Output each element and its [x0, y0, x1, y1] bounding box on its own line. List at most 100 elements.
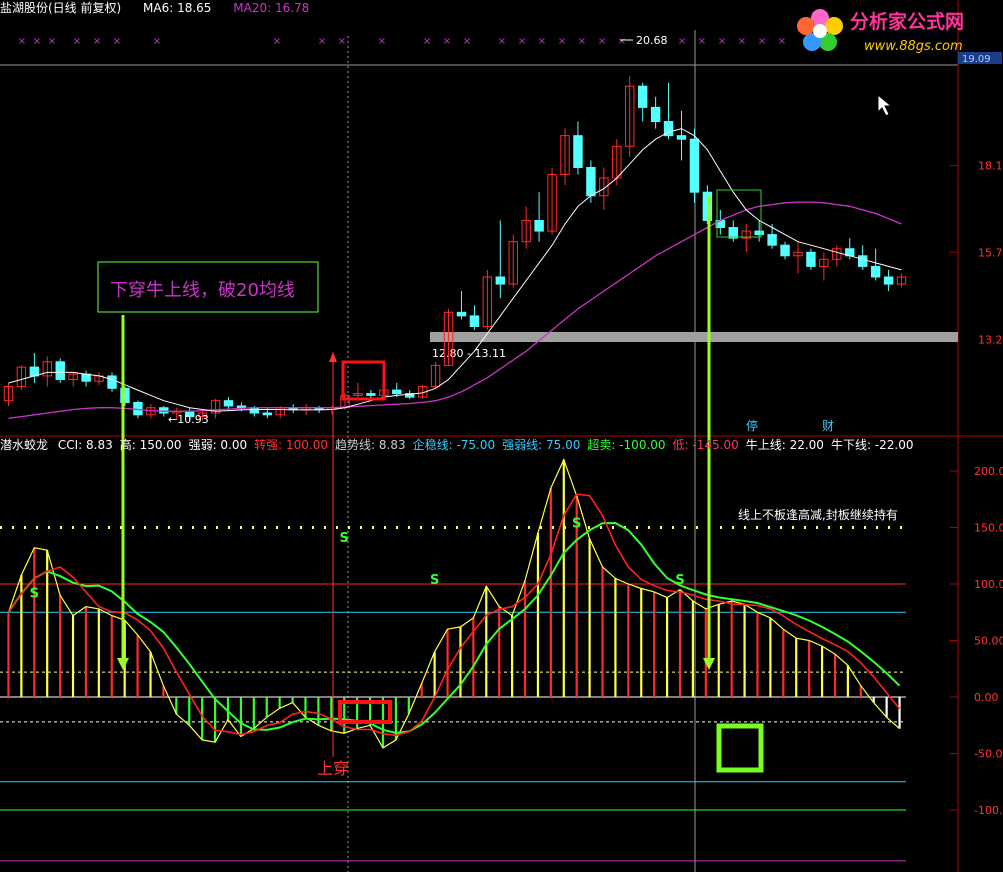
x-mark: × [498, 36, 506, 47]
indicator-tick-label: 0.00 [974, 691, 999, 704]
indicator-header-item: 强弱: 0.00 [188, 438, 248, 452]
indicator-header-item: 转强: 100.00 [254, 438, 329, 452]
green-arrowhead-left [117, 658, 129, 670]
low-label: ←10.93 [168, 413, 209, 426]
candle-body [806, 251, 816, 267]
candle-body [366, 393, 376, 396]
candle-body [495, 276, 506, 285]
x-mark: × [73, 36, 81, 47]
x-mark: × [153, 36, 161, 47]
chart-frame: 19.09 [0, 0, 1003, 872]
stock-title: 盐湖股份(日线 前复权) [0, 1, 122, 15]
price-highlight-box [341, 360, 386, 401]
candle-body [754, 230, 764, 236]
tag-stop: 停 [746, 418, 758, 433]
candle-body [456, 311, 467, 317]
x-mark: × [33, 36, 41, 47]
signal-s: S [340, 531, 349, 546]
x-mark: × [738, 36, 746, 47]
price-tick-label: 15.7 [978, 246, 1003, 259]
candle-body [650, 106, 661, 123]
x-mark: × [598, 36, 606, 47]
candle-body [81, 373, 91, 382]
signal-s: S [572, 517, 581, 532]
annotation-box-text: 下穿牛上线，破20均线 [110, 280, 295, 301]
indicator-header-item: 企稳线: -75.00 [412, 438, 496, 452]
logo: 分析家公式网 www.88gs.com [797, 9, 964, 54]
candle-body [392, 389, 402, 395]
price-panel: × × × × × × × × × × × × × × × × × × × × × × × × × × × 13.23 15.7 18.1… [3, 34, 1003, 433]
candle-body [223, 400, 234, 407]
x-mark: × [618, 36, 626, 47]
x-mark: × [318, 36, 326, 47]
trend-line-red [7, 493, 901, 737]
x-mark: × [778, 36, 786, 47]
x-mark: × [538, 36, 546, 47]
candle-body [870, 265, 881, 278]
x-mark: × [423, 36, 431, 47]
high-label: 20.68 [636, 34, 668, 47]
logo-url: www.88gs.com [864, 39, 963, 54]
x-mark: × [678, 36, 686, 47]
indicator-tick-label: 200.00 [974, 465, 1003, 478]
price-tick-label: 13.23 [978, 334, 1003, 347]
candle-body [159, 407, 169, 414]
logo-title: 分析家公式网 [850, 10, 964, 33]
ma20-label: MA20: 16.78 [233, 1, 310, 15]
signal-s: S [30, 587, 39, 602]
candle-body [767, 234, 777, 246]
indicator-name: 潜水蛟龙 [0, 438, 49, 452]
x-mark: × [273, 36, 281, 47]
x-mark: × [18, 36, 26, 47]
indicator-tick-label: -50.00 [974, 748, 1003, 761]
indicator-header-item: 牛上线: 22.00 [745, 438, 824, 452]
candle-body [534, 219, 544, 232]
range-label: 12.80 - 13.11 [432, 347, 506, 360]
indicator-header-item: 高: 150.00 [119, 438, 182, 452]
x-mark: × [518, 36, 526, 47]
candle-body [107, 375, 117, 389]
candle-body [883, 276, 894, 285]
x-mark: × [578, 36, 586, 47]
candle-body [469, 315, 480, 327]
x-mark: × [378, 36, 386, 47]
x-mark: × [698, 36, 706, 47]
x-mark: × [463, 36, 471, 47]
candle-body [676, 135, 687, 140]
bottom-green-box [716, 723, 764, 773]
x-mark: × [93, 36, 101, 47]
cross-up-label: 上穿 [317, 759, 349, 778]
x-mark: × [48, 36, 56, 47]
tag-finance: 财 [822, 419, 834, 433]
cci-line [7, 458, 900, 749]
candle-body [586, 166, 596, 197]
ma6-label: MA6: 18.65 [143, 1, 212, 15]
x-mark: × [758, 36, 766, 47]
right-note: 线上不板逢高减,封板继续持有 [738, 507, 898, 522]
indicator-header: 潜水蛟龙 CCI: 8.83 高: 150.00 强弱: 0.00 转强: 100.0… [0, 437, 921, 453]
candle-body [780, 244, 790, 257]
indicator-header-item: 牛下线: -22.00 [830, 438, 914, 452]
indicator-tick-label: 150.00 [974, 522, 1003, 535]
x-mark: × [558, 36, 566, 47]
flower-icon [797, 9, 843, 51]
candle-body [55, 361, 65, 380]
candle-body [857, 255, 868, 267]
resistance-band [430, 332, 958, 342]
candle-body [573, 135, 583, 168]
x-mark: × [718, 36, 726, 47]
candle-body [249, 407, 260, 414]
candle-body [236, 405, 247, 409]
x-mark: × [113, 36, 121, 47]
price-header: 盐湖股份(日线 前复权) MA6: 18.65 MA20: 16.78 [0, 0, 309, 16]
indicator-tick-label: 50.00 [974, 635, 1003, 648]
signal-s: S [675, 573, 684, 588]
indicator-header-item: CCI: 8.83 [57, 438, 113, 452]
indicator-header-item: 强弱线: 75.00 [502, 438, 581, 452]
x-mark: × [338, 36, 346, 47]
indicator-tick-label: 100.00 [974, 578, 1003, 591]
price-tick-label: 18.15 [978, 160, 1003, 173]
candle-body [689, 138, 700, 193]
x-mark: × [443, 36, 451, 47]
stock-chart: 19.09 × × × × × × × × × × × × × × × × × × × × × × × × × × × 13.23 15… [0, 0, 1003, 872]
